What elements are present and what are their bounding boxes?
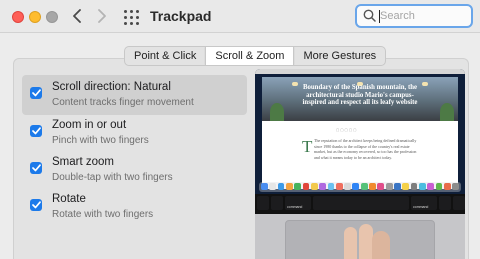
option-title: Zoom in or out	[52, 119, 127, 131]
finger	[372, 231, 390, 259]
preview-keyboard: command command	[255, 194, 465, 259]
preview-keys: command command	[255, 194, 465, 214]
option-description: Double-tap with two fingers	[52, 172, 173, 183]
rotate-checkbox[interactable]	[30, 199, 42, 211]
search-icon	[363, 9, 376, 22]
option-title: Smart zoom	[52, 156, 114, 168]
fullscreen-window-button[interactable]	[46, 11, 58, 23]
checkmark-icon	[31, 201, 41, 209]
option-description: Pinch with two fingers	[52, 135, 149, 146]
settings-panel: Scroll direction: Natural Content tracks…	[13, 58, 469, 259]
option-description: Rotate with two fingers	[52, 209, 154, 220]
checkmark-icon	[31, 127, 41, 135]
search-field[interactable]	[355, 4, 473, 28]
gesture-preview: Boundary of the Spanish mountain, the ar…	[255, 69, 465, 259]
minimize-window-button[interactable]	[29, 11, 41, 23]
preview-dropcap: T	[302, 137, 313, 156]
option-zoom[interactable]: Zoom in or out Pinch with two fingers	[22, 113, 247, 153]
command-key-label: command	[413, 205, 429, 209]
smart-zoom-checkbox[interactable]	[30, 162, 42, 174]
option-description: Content tracks finger movement	[52, 97, 194, 108]
preview-trackpad	[285, 220, 435, 259]
close-window-button[interactable]	[12, 11, 24, 23]
chevron-right-icon	[98, 9, 106, 23]
tab-control: Point & Click Scroll & Zoom More Gesture…	[124, 46, 387, 66]
tab-point-click[interactable]: Point & Click	[125, 47, 205, 65]
title-bar: Trackpad	[0, 0, 480, 33]
checkmark-icon	[31, 164, 41, 172]
scroll-direction-checkbox[interactable]	[30, 87, 42, 99]
preview-article: Boundary of the Spanish mountain, the ar…	[262, 77, 458, 189]
preview-dock	[259, 182, 461, 192]
checkmark-icon	[31, 89, 41, 97]
finger	[359, 224, 373, 259]
chevron-left-icon	[73, 9, 81, 23]
tab-scroll-zoom[interactable]: Scroll & Zoom	[205, 47, 295, 65]
tab-more-gestures[interactable]: More Gestures	[294, 47, 385, 65]
finger	[344, 227, 357, 259]
preview-headline: Boundary of the Spanish mountain, the ar…	[302, 84, 418, 106]
window-title: Trackpad	[150, 8, 212, 24]
preview-hero-image: Boundary of the Spanish mountain, the ar…	[262, 77, 458, 121]
preview-byline: ▢ ▢ ▢ ▢ ▢	[336, 128, 357, 132]
preview-menu-bar	[255, 69, 465, 74]
search-input[interactable]	[380, 6, 465, 25]
back-button[interactable]	[66, 5, 88, 27]
option-scroll-direction[interactable]: Scroll direction: Natural Content tracks…	[22, 75, 247, 115]
option-title: Rotate	[52, 193, 86, 205]
preview-body-text: The reputation of the architect keeps be…	[314, 138, 417, 160]
forward-button[interactable]	[91, 5, 113, 27]
option-rotate[interactable]: Rotate Rotate with two fingers	[22, 187, 247, 227]
show-all-button[interactable]	[123, 8, 141, 26]
option-title: Scroll direction: Natural	[52, 81, 171, 93]
option-smart-zoom[interactable]: Smart zoom Double-tap with two fingers	[22, 150, 247, 190]
preview-screen: Boundary of the Spanish mountain, the ar…	[255, 69, 465, 194]
command-key-label: command	[287, 205, 303, 209]
zoom-checkbox[interactable]	[30, 125, 42, 137]
